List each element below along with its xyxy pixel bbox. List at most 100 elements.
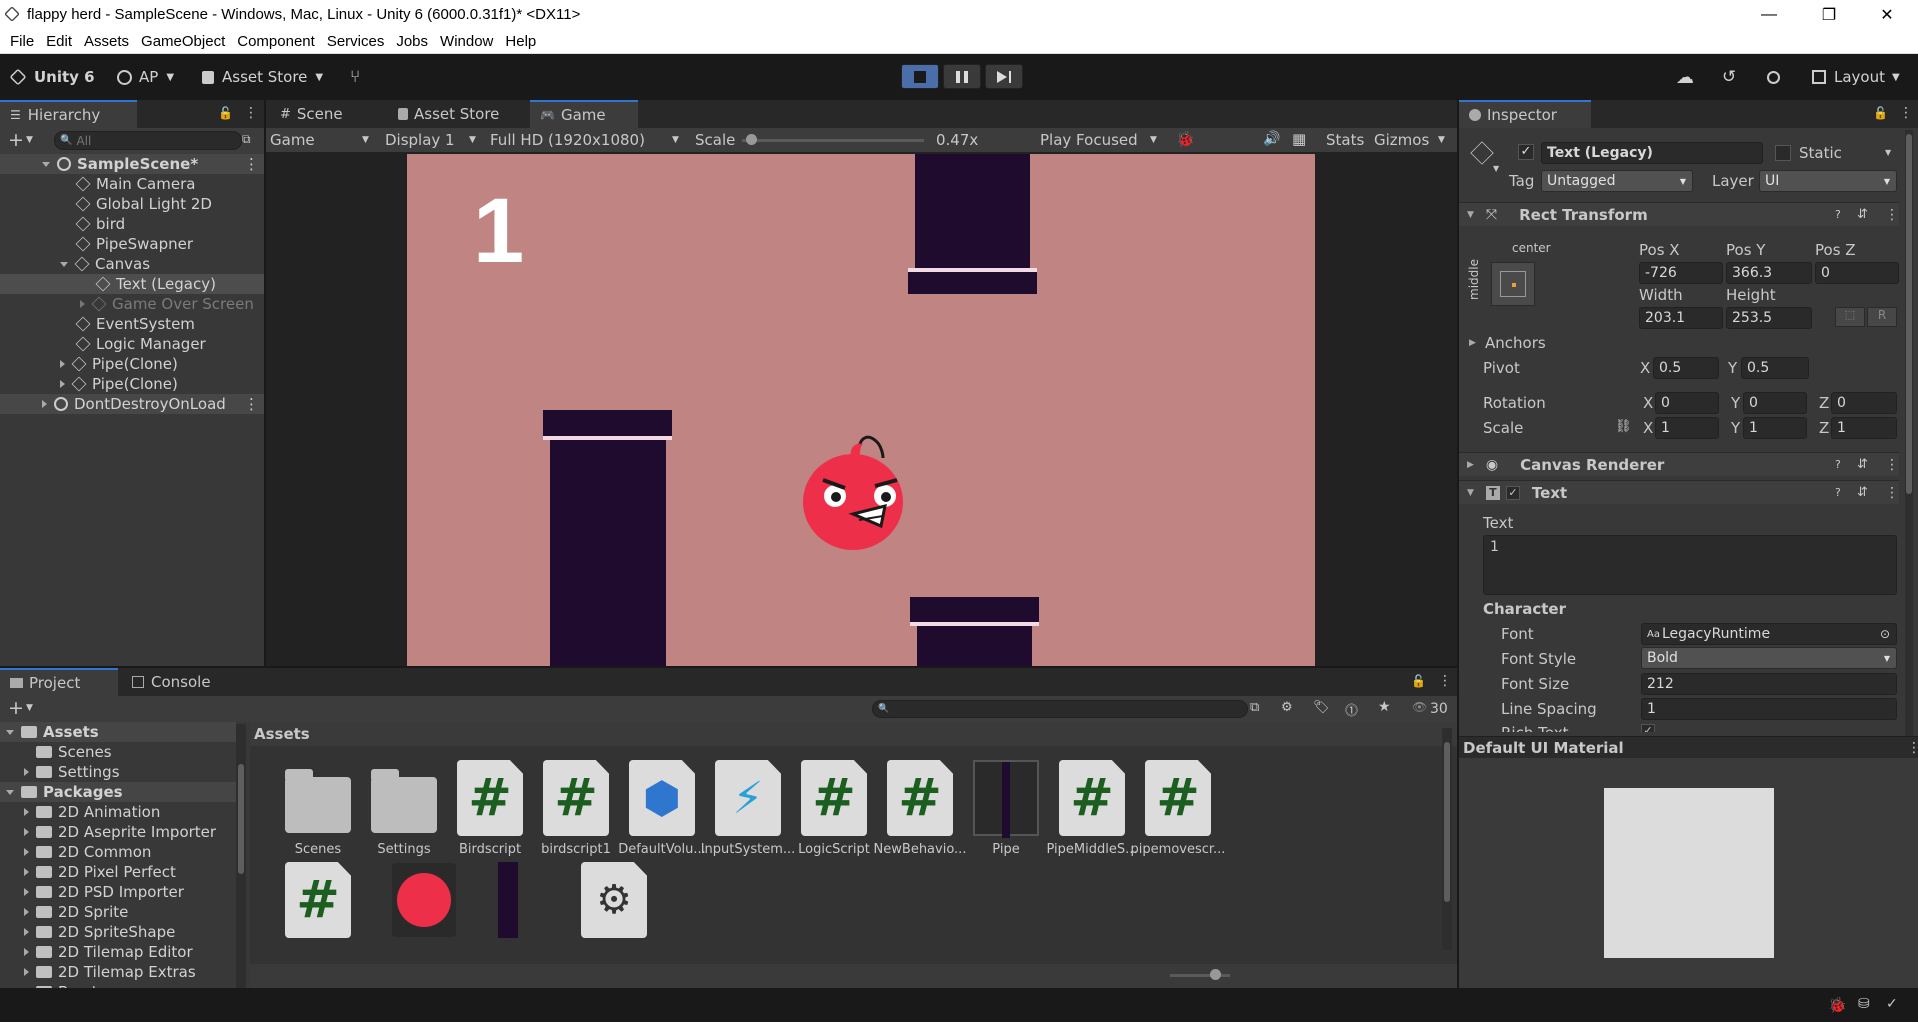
rotation-x-field[interactable]: 0 xyxy=(1655,392,1719,414)
asset-item[interactable]: # PipeMiddleS... xyxy=(1044,760,1140,857)
hierarchy-item-game-over-screen[interactable]: Game Over Screen xyxy=(0,294,264,314)
hierarchy-item-text-legacy[interactable]: Text (Legacy) xyxy=(0,274,264,294)
unity-version-button[interactable]: Unity 6 xyxy=(9,64,95,90)
expand-arrow-icon[interactable] xyxy=(24,888,29,896)
asset-script-partial[interactable]: # xyxy=(270,862,366,944)
expand-arrow-icon[interactable] xyxy=(24,828,29,836)
expand-arrow-icon[interactable] xyxy=(24,948,29,956)
font-style-dropdown[interactable]: Bold ▼ xyxy=(1641,647,1897,669)
expand-arrow-icon[interactable] xyxy=(80,300,85,308)
object-picker-icon[interactable]: ⊙ xyxy=(1880,627,1890,641)
hierarchy-item-pipeswapner[interactable]: PipeSwapner xyxy=(0,234,264,254)
more-options-icon[interactable]: ⋮ xyxy=(244,395,259,413)
dontdestroyonload-row[interactable]: DontDestroyOnLoad ⋮ xyxy=(0,394,264,414)
menu-edit[interactable]: Edit xyxy=(46,33,72,50)
constrain-proportions-icon[interactable]: ⛓ xyxy=(1615,419,1632,434)
cloud-icon[interactable]: ☁ xyxy=(1676,64,1694,90)
scale-z-field[interactable]: 1 xyxy=(1831,417,1897,439)
asset-store-dropdown[interactable]: Asset Store ▼ xyxy=(202,64,323,90)
menu-file[interactable]: File xyxy=(10,33,34,50)
expand-arrow-icon[interactable] xyxy=(60,380,65,388)
asset-item[interactable]: Scenes xyxy=(270,760,366,857)
scene-search-icon[interactable]: ⧉ xyxy=(242,132,251,147)
hierarchy-item-logic-manager[interactable]: Logic Manager xyxy=(0,334,264,354)
hierarchy-item-global-light[interactable]: Global Light 2D xyxy=(0,194,264,214)
chevron-down-icon[interactable]: ▼ xyxy=(1885,148,1891,157)
preset-icon[interactable]: ⇵ xyxy=(1857,485,1868,500)
chevron-down-icon[interactable]: ▼ xyxy=(26,703,33,713)
hierarchy-item-pipe-clone[interactable]: Pipe(Clone) xyxy=(0,354,264,374)
maximize-button[interactable]: ❐ xyxy=(1806,0,1852,29)
inspector-scrollbar[interactable] xyxy=(1905,130,1913,780)
pos-x-field[interactable]: -726 xyxy=(1639,262,1723,284)
static-checkbox[interactable] xyxy=(1775,145,1791,161)
label-icon[interactable]: 🏷 xyxy=(1313,700,1330,715)
lock-icon[interactable]: 🔓 xyxy=(1873,106,1888,120)
lock-icon[interactable]: 🔓 xyxy=(1411,674,1426,688)
tree-item[interactable]: Packages xyxy=(0,782,236,802)
icon-size-slider-thumb[interactable] xyxy=(1210,969,1221,980)
play-button[interactable] xyxy=(901,64,939,89)
visibility-icon[interactable]: 👁 xyxy=(1412,700,1427,714)
asset-item[interactable]: Settings xyxy=(356,760,452,857)
chevron-down-icon[interactable]: ▼ xyxy=(1493,164,1499,173)
tab-console[interactable]: Console xyxy=(122,668,221,696)
menu-gameobject[interactable]: GameObject xyxy=(141,33,225,50)
layer-dropdown[interactable]: UI ▼ xyxy=(1759,170,1897,192)
tree-item[interactable]: Scenes xyxy=(0,742,236,762)
asset-item[interactable]: ⬢ DefaultVolu... xyxy=(614,760,710,857)
height-field[interactable]: 253.5 xyxy=(1726,307,1812,329)
menu-jobs[interactable]: Jobs xyxy=(396,33,428,50)
more-options-icon[interactable]: ⋮ xyxy=(1885,207,1899,223)
material-preview-header[interactable]: Default UI Material ⋮ xyxy=(1459,736,1918,758)
tree-item[interactable]: Settings xyxy=(0,762,236,782)
hierarchy-item-main-camera[interactable]: Main Camera xyxy=(0,174,264,194)
favorite-icon[interactable]: ★ xyxy=(1378,699,1391,715)
assets-scrollbar[interactable] xyxy=(1442,728,1452,950)
chevron-down-icon[interactable]: ▼ xyxy=(1438,135,1445,145)
asset-item[interactable]: # Birdscript xyxy=(442,760,538,857)
resolution-dropdown[interactable]: Full HD (1920x1080) ▼ xyxy=(490,128,688,152)
asset-settings-partial[interactable]: ⚙ xyxy=(566,862,662,944)
scale-slider-thumb[interactable] xyxy=(745,134,757,145)
rich-text-checkbox[interactable]: ✓ xyxy=(1641,724,1655,732)
expand-arrow-icon[interactable] xyxy=(24,808,29,816)
tree-item[interactable]: Burst xyxy=(0,982,236,988)
font-size-field[interactable]: 212 xyxy=(1641,673,1897,695)
tree-item[interactable]: Assets xyxy=(0,722,236,742)
icon-size-slider[interactable] xyxy=(1170,969,1230,980)
debug-icon[interactable]: 🐞 xyxy=(1828,996,1847,1014)
more-options-icon[interactable]: ⋮ xyxy=(1885,485,1899,501)
canvas-renderer-header[interactable]: ▶ ◉ Canvas Renderer ? ⇵ ⋮ xyxy=(1459,452,1899,476)
asset-item[interactable]: # birdscript1 xyxy=(528,760,624,857)
rotation-y-field[interactable]: 0 xyxy=(1743,392,1807,414)
layout-dropdown[interactable]: Layout ▼ xyxy=(1812,64,1900,90)
search-by-type-icon[interactable]: ⧉ xyxy=(1250,700,1259,715)
tree-item[interactable]: 2D Pixel Perfect xyxy=(0,862,236,882)
breadcrumb-assets[interactable]: Assets xyxy=(254,725,310,743)
expand-arrow-icon[interactable] xyxy=(60,261,68,267)
warning-icon[interactable]: ⓵ xyxy=(1345,700,1358,719)
text-component-header[interactable]: ▼ T ✓ Text ? ⇵ ⋮ xyxy=(1459,480,1899,504)
display-dropdown[interactable]: Display 1 ▼ xyxy=(385,128,485,152)
tab-hierarchy[interactable]: ☰ Hierarchy xyxy=(0,100,137,128)
asset-bird-sprite-partial[interactable] xyxy=(376,862,472,944)
expand-arrow-icon[interactable] xyxy=(24,768,29,776)
tree-item[interactable]: 2D Animation xyxy=(0,802,236,822)
tree-item[interactable]: 2D Common xyxy=(0,842,236,862)
tree-scrollbar[interactable] xyxy=(236,724,246,988)
asset-item[interactable]: # LogicScript xyxy=(786,760,882,857)
anchor-preset-button[interactable] xyxy=(1491,262,1535,306)
step-button[interactable] xyxy=(985,64,1023,89)
menu-help[interactable]: Help xyxy=(505,33,536,50)
tree-item[interactable]: 2D PSD Importer xyxy=(0,882,236,902)
lock-icon[interactable]: 🔓 xyxy=(218,106,233,120)
tree-item[interactable]: 2D Aseprite Importer xyxy=(0,822,236,842)
minimize-button[interactable]: — xyxy=(1746,0,1792,29)
cache-server-icon[interactable]: ⛁ xyxy=(1858,996,1870,1012)
audio-icon[interactable]: 🔊 xyxy=(1263,131,1280,147)
search-icon[interactable] xyxy=(1767,64,1780,90)
more-options-icon[interactable]: ⋮ xyxy=(244,105,258,121)
tab-inspector[interactable]: Inspector xyxy=(1459,100,1591,128)
project-search-input[interactable]: 🔍 xyxy=(872,700,1248,718)
